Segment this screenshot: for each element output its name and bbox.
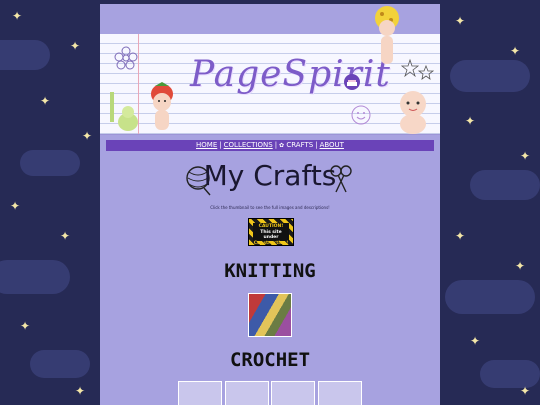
cloud-decoration — [445, 280, 535, 314]
cake-icon — [344, 74, 360, 90]
main-nav: HOME | COLLECTIONS | ✿ CRAFTS | ABOUT — [106, 140, 434, 151]
content-panel: PageSpirit HOME | COLLECTIONS | ✿ CRAFTS… — [100, 4, 440, 405]
star-icon: ✦ — [40, 94, 51, 108]
star-icon: ✦ — [455, 229, 466, 243]
star-icon: ✦ — [60, 229, 71, 243]
star-icon: ✦ — [465, 114, 476, 128]
page-caption: Click the thumbnail to see the full imag… — [210, 205, 330, 210]
star-icon: ✦ — [455, 14, 466, 28]
cloud-decoration — [0, 40, 50, 70]
giraffe-doll-icon — [375, 6, 399, 64]
green-ornament-icon — [110, 92, 138, 131]
star-icon: ✦ — [12, 9, 23, 23]
cloud-decoration — [450, 60, 530, 92]
nav-link-crafts[interactable]: CRAFTS — [286, 141, 313, 149]
smiley-doodle-icon — [351, 105, 371, 125]
star-icon: ✦ — [10, 199, 21, 213]
warning-text: CAUTION! This site under Construction! — [253, 223, 289, 246]
cloud-decoration — [30, 350, 90, 378]
section-heading-crochet: CROCHET — [229, 349, 311, 371]
stars-doodle-icon — [400, 58, 434, 80]
page-title: My Crafts — [203, 159, 337, 192]
star-icon: ✦ — [20, 319, 31, 333]
star-icon: ✦ — [82, 129, 93, 143]
cloud-decoration — [470, 170, 540, 200]
flower-doodle-icon — [114, 46, 138, 70]
kewpie-doll-icon — [400, 91, 426, 134]
knitting-thumbnail[interactable] — [248, 293, 292, 337]
cloud-decoration — [20, 150, 80, 176]
star-icon: ✦ — [515, 259, 526, 273]
star-icon: ✦ — [520, 149, 531, 163]
scissors-icon — [330, 165, 352, 193]
star-icon: ✦ — [520, 384, 531, 398]
site-logo[interactable]: PageSpirit — [190, 54, 391, 95]
crochet-thumbnail[interactable] — [271, 381, 315, 405]
strawberry-doll-icon — [151, 82, 173, 130]
star-icon: ✦ — [470, 334, 481, 348]
star-icon: ✦ — [70, 39, 81, 53]
crochet-thumbnail[interactable] — [225, 381, 269, 405]
warning-line: Construction! — [253, 240, 289, 246]
yarn-icon: ✿ — [279, 142, 285, 149]
nav-link-collections[interactable]: COLLECTIONS — [224, 141, 273, 149]
section-heading-knitting: KNITTING — [224, 260, 316, 282]
cloud-decoration — [0, 260, 70, 294]
under-construction-sign: CAUTION! This site under Construction! — [248, 218, 294, 246]
warning-line: This site under — [260, 229, 282, 241]
nav-link-about[interactable]: ABOUT — [320, 141, 344, 149]
crochet-thumbnail[interactable] — [178, 381, 222, 405]
crochet-thumbnail[interactable] — [318, 381, 362, 405]
cloud-decoration — [480, 360, 540, 388]
star-icon: ✦ — [75, 384, 86, 398]
star-icon: ✦ — [510, 44, 521, 58]
nav-link-home[interactable]: HOME — [196, 141, 217, 149]
